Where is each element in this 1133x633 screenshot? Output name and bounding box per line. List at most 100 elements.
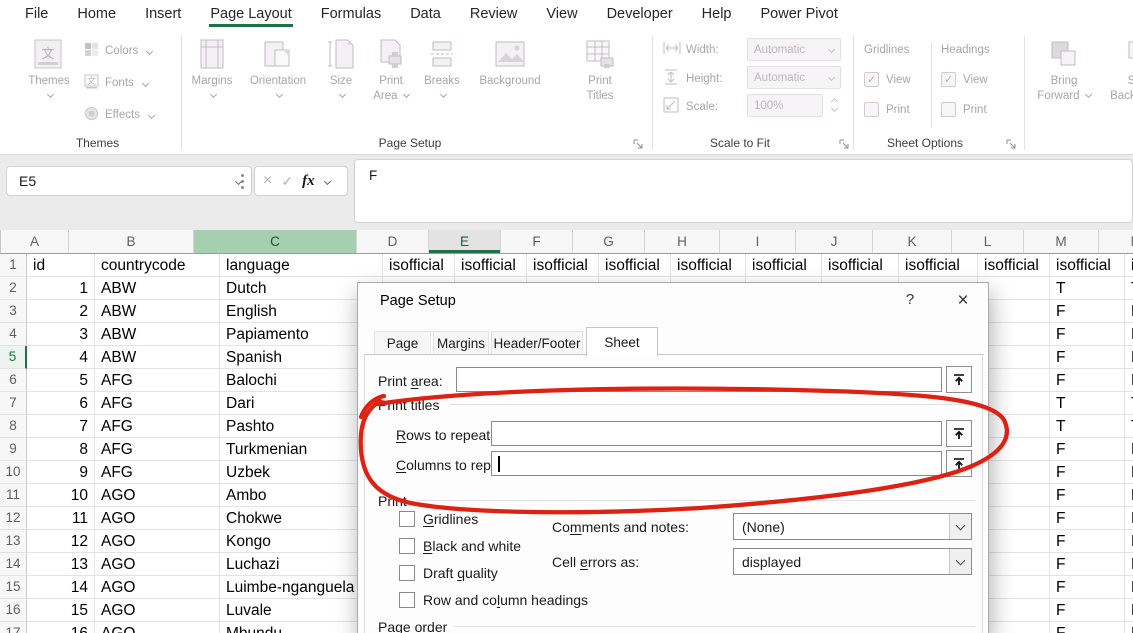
- row-header-13[interactable]: 13: [0, 530, 27, 553]
- columns-to-repeat-field[interactable]: [491, 451, 942, 476]
- cell-B14[interactable]: AGO: [95, 553, 220, 576]
- menu-tab-formulas[interactable]: Formulas: [320, 0, 382, 27]
- cell-A14[interactable]: 13: [27, 553, 95, 576]
- cell-M13[interactable]: F: [1050, 530, 1125, 553]
- help-icon[interactable]: ?: [898, 291, 922, 313]
- cell-M15[interactable]: F: [1050, 576, 1125, 599]
- cell-M7[interactable]: T: [1050, 392, 1125, 415]
- cell-N12[interactable]: F: [1125, 507, 1133, 530]
- column-header-J[interactable]: J: [796, 230, 873, 254]
- cell-N1[interactable]: isofficial: [1125, 254, 1133, 277]
- cell-A5[interactable]: 4: [27, 346, 95, 369]
- cell-N6[interactable]: F: [1125, 369, 1133, 392]
- row-header-15[interactable]: 15: [0, 576, 27, 599]
- row-header-3[interactable]: 3: [0, 300, 27, 323]
- cell-M2[interactable]: T: [1050, 277, 1125, 300]
- column-header-E[interactable]: E: [429, 230, 501, 254]
- cell-G1[interactable]: isofficial: [599, 254, 671, 277]
- cell-N15[interactable]: F: [1125, 576, 1133, 599]
- cell-A10[interactable]: 9: [27, 461, 95, 484]
- cell-L1[interactable]: isofficial: [978, 254, 1050, 277]
- rows-to-repeat-field[interactable]: [491, 421, 942, 446]
- menu-tab-data[interactable]: Data: [409, 0, 442, 27]
- menu-tab-insert[interactable]: Insert: [144, 0, 182, 27]
- cell-A1[interactable]: id: [27, 254, 95, 277]
- cell-N5[interactable]: F: [1125, 346, 1133, 369]
- cell-E1[interactable]: isofficial: [455, 254, 527, 277]
- chevron-down-icon[interactable]: [324, 177, 331, 184]
- row-header-1[interactable]: 1: [0, 254, 27, 277]
- cell-B3[interactable]: ABW: [95, 300, 220, 323]
- collapse-dialog-icon[interactable]: [946, 420, 972, 447]
- cell-B8[interactable]: AFG: [95, 415, 220, 438]
- cell-B4[interactable]: ABW: [95, 323, 220, 346]
- cell-J1[interactable]: isofficial: [822, 254, 899, 277]
- insert-function-icon[interactable]: fx: [302, 173, 315, 190]
- cell-N7[interactable]: T: [1125, 392, 1133, 415]
- cell-H1[interactable]: isofficial: [671, 254, 746, 277]
- column-header-I[interactable]: I: [720, 230, 796, 254]
- collapse-dialog-icon[interactable]: [946, 366, 972, 393]
- print-option-gridlines[interactable]: Gridlines: [399, 511, 478, 527]
- cell-A9[interactable]: 8: [27, 438, 95, 461]
- cell-N14[interactable]: F: [1125, 553, 1133, 576]
- menu-tab-page-layout[interactable]: Page Layout: [209, 0, 292, 27]
- unchecked-checkbox-icon[interactable]: [399, 538, 415, 554]
- cell-I1[interactable]: isofficial: [746, 254, 822, 277]
- close-icon[interactable]: ×: [948, 288, 978, 314]
- cell-N10[interactable]: F: [1125, 461, 1133, 484]
- cell-B13[interactable]: AGO: [95, 530, 220, 553]
- cell-A13[interactable]: 12: [27, 530, 95, 553]
- cell-M3[interactable]: F: [1050, 300, 1125, 323]
- column-header-M[interactable]: M: [1024, 230, 1099, 254]
- cell-N8[interactable]: T: [1125, 415, 1133, 438]
- cell-N17[interactable]: F: [1125, 622, 1133, 633]
- column-header-L[interactable]: L: [952, 230, 1024, 254]
- row-header-12[interactable]: 12: [0, 507, 27, 530]
- comments-and-notes-select[interactable]: (None): [733, 513, 972, 540]
- print-option-row-and-column-headings[interactable]: Row and column headings: [399, 592, 588, 608]
- tab-page[interactable]: Page: [374, 331, 431, 355]
- cell-B9[interactable]: AFG: [95, 438, 220, 461]
- row-header-14[interactable]: 14: [0, 553, 27, 576]
- column-header-H[interactable]: H: [645, 230, 720, 254]
- cell-N16[interactable]: F: [1125, 599, 1133, 622]
- row-header-5[interactable]: 5: [0, 346, 27, 369]
- cell-M17[interactable]: F: [1050, 622, 1125, 633]
- column-header-B[interactable]: B: [69, 230, 194, 254]
- cell-K1[interactable]: isofficial: [899, 254, 978, 277]
- row-header-7[interactable]: 7: [0, 392, 27, 415]
- cell-M1[interactable]: isofficial: [1050, 254, 1125, 277]
- row-header-4[interactable]: 4: [0, 323, 27, 346]
- cell-A15[interactable]: 14: [27, 576, 95, 599]
- cell-B1[interactable]: countrycode: [95, 254, 220, 277]
- row-header-16[interactable]: 16: [0, 599, 27, 622]
- dropdown-chevron-icon[interactable]: [949, 514, 971, 539]
- name-box[interactable]: E5: [6, 166, 252, 196]
- cell-B17[interactable]: AGO: [95, 622, 220, 633]
- row-header-11[interactable]: 11: [0, 484, 27, 507]
- cell-N11[interactable]: F: [1125, 484, 1133, 507]
- menu-tab-review[interactable]: Review: [469, 0, 519, 27]
- print-area-field[interactable]: [456, 367, 942, 392]
- menu-tab-help[interactable]: Help: [701, 0, 733, 27]
- column-header-G[interactable]: G: [573, 230, 645, 254]
- row-header-17[interactable]: 17: [0, 622, 27, 633]
- sheet-options-dialog-launcher-icon[interactable]: [1005, 138, 1017, 150]
- unchecked-checkbox-icon[interactable]: [399, 511, 415, 527]
- cell-A6[interactable]: 5: [27, 369, 95, 392]
- tab-margins[interactable]: Margins: [433, 331, 489, 355]
- cell-A12[interactable]: 11: [27, 507, 95, 530]
- cell-N2[interactable]: T: [1125, 277, 1133, 300]
- cell-B5[interactable]: ABW: [95, 346, 220, 369]
- cell-B10[interactable]: AFG: [95, 461, 220, 484]
- cell-B2[interactable]: ABW: [95, 277, 220, 300]
- cell-M14[interactable]: F: [1050, 553, 1125, 576]
- cell-N3[interactable]: F: [1125, 300, 1133, 323]
- cell-M16[interactable]: F: [1050, 599, 1125, 622]
- menu-tab-developer[interactable]: Developer: [606, 0, 674, 27]
- cell-A11[interactable]: 10: [27, 484, 95, 507]
- cell-A2[interactable]: 1: [27, 277, 95, 300]
- column-header-K[interactable]: K: [873, 230, 952, 254]
- cell-A4[interactable]: 3: [27, 323, 95, 346]
